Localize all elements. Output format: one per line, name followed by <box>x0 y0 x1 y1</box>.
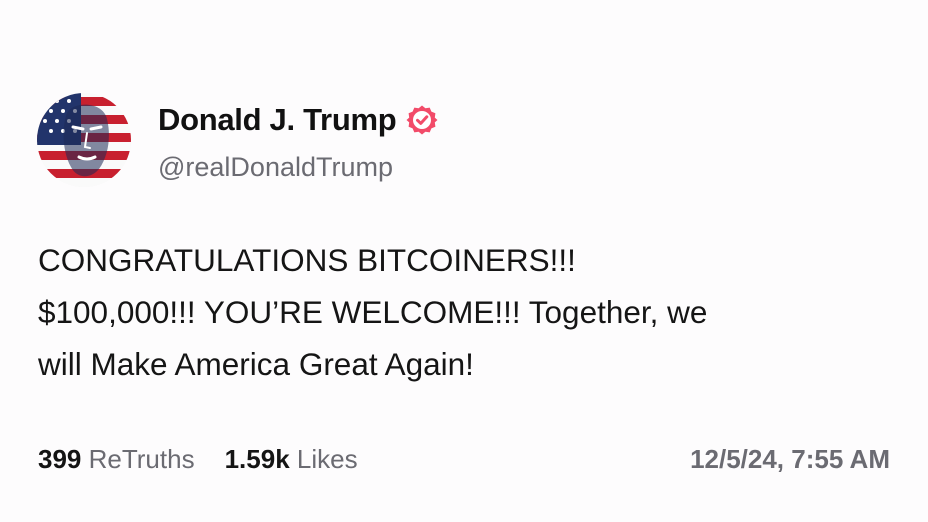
flag-portrait-avatar <box>37 93 131 187</box>
likes-count: 1.59k <box>224 444 290 474</box>
post-line: $100,000!!! YOU’RE WELCOME!!! Together, … <box>38 294 708 330</box>
verified-badge-icon <box>406 104 438 136</box>
post-body: CONGRATULATIONS BITCOINERS!!! $100,000!!… <box>38 234 898 390</box>
retruths-count: 399 <box>38 444 82 474</box>
truth-post: Donald J. Trump @realDonaldTrump CONGRAT… <box>0 0 928 522</box>
post-line: will Make America Great Again! <box>38 346 474 382</box>
retruths-stat[interactable]: 399 ReTruths <box>38 444 195 475</box>
avatar[interactable] <box>37 93 131 187</box>
author-name-row: Donald J. Trump <box>158 102 438 138</box>
author-display-name[interactable]: Donald J. Trump <box>158 102 397 138</box>
post-timestamp[interactable]: 12/5/24, 7:55 AM <box>690 444 890 475</box>
post-line: CONGRATULATIONS BITCOINERS!!! <box>38 242 576 278</box>
post-footer: 399 ReTruths 1.59k Likes 12/5/24, 7:55 A… <box>38 444 890 475</box>
author-handle[interactable]: @realDonaldTrump <box>158 152 393 183</box>
likes-label: Likes <box>296 444 358 474</box>
retruths-label: ReTruths <box>88 444 195 474</box>
likes-stat[interactable]: 1.59k Likes <box>225 444 358 475</box>
